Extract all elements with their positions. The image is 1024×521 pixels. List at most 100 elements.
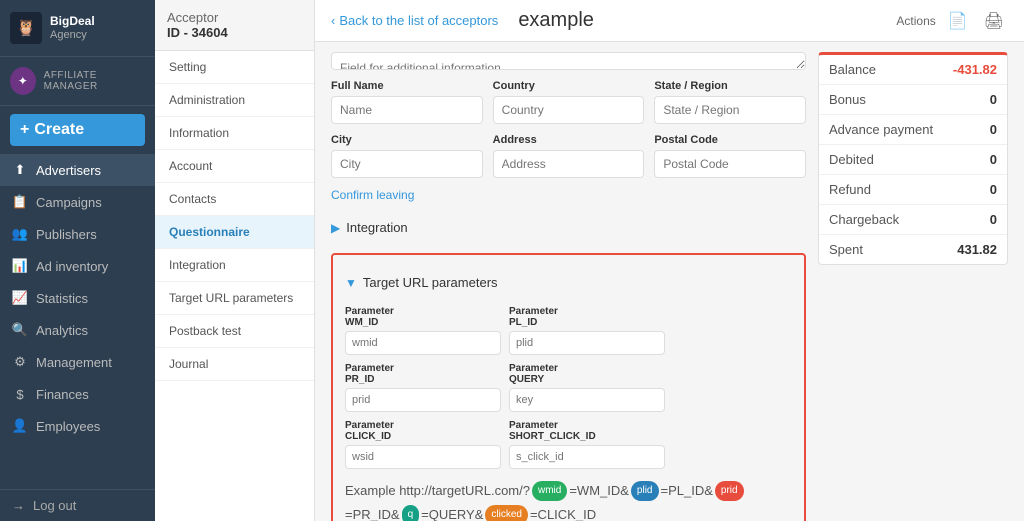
address-label: Address <box>493 134 645 146</box>
target-url-header[interactable]: ▼ Target URL parameters <box>345 267 792 298</box>
plid-pill: plid <box>631 481 659 501</box>
integration-label: Integration <box>346 220 407 235</box>
q-pill: q <box>402 505 420 521</box>
page-title: example <box>518 9 594 32</box>
submenu-item-information[interactable]: Information <box>155 117 314 150</box>
target-url-arrow-icon: ▼ <box>345 276 357 290</box>
submenu-item-integration[interactable]: Integration <box>155 249 314 282</box>
logout-icon: → <box>12 498 25 513</box>
sidebar-item-label: Employees <box>36 419 100 434</box>
param-plid-input[interactable] <box>509 331 665 355</box>
integration-section-header[interactable]: ▶ Integration <box>331 212 806 243</box>
form-row-1: Full Name Country State / Region <box>331 80 806 124</box>
sidebar-item-ad-inventory[interactable]: 📊 Ad inventory <box>0 250 155 282</box>
param-query: Parameter QUERY <box>509 363 665 412</box>
management-icon: ⚙ <box>12 354 28 370</box>
form-group-city: City <box>331 134 483 178</box>
document-icon-button[interactable]: 📄 <box>944 7 972 35</box>
create-button[interactable]: + Create <box>10 114 145 146</box>
back-link[interactable]: ‹ Back to the list of acceptors <box>331 13 498 28</box>
country-label: Country <box>493 80 645 92</box>
sidebar-item-label: Finances <box>36 387 89 402</box>
sidebar-item-finances[interactable]: $ Finances <box>0 378 155 410</box>
param-clickid-input[interactable] <box>345 445 501 469</box>
logo-text: BigDeal Agency <box>50 14 95 42</box>
right-panel: Balance -431.82 Bonus 0 Advance payment … <box>818 52 1008 511</box>
employees-icon: 👤 <box>12 418 28 434</box>
submenu-item-account[interactable]: Account <box>155 150 314 183</box>
state-input[interactable] <box>654 96 806 124</box>
balance-row-spent: Spent 431.82 <box>819 235 1007 264</box>
city-input[interactable] <box>331 150 483 178</box>
submenu-item-questionnaire[interactable]: Questionnaire <box>155 216 314 249</box>
postal-label: Postal Code <box>654 134 806 146</box>
logout-label: Log out <box>33 498 76 513</box>
balance-row-refund: Refund 0 <box>819 175 1007 205</box>
example-line: Example http://targetURL.com/? wmid =WM_… <box>345 479 792 521</box>
submenu-item-journal[interactable]: Journal <box>155 348 314 381</box>
submenu-item-setting[interactable]: Setting <box>155 51 314 84</box>
advertisers-icon: ⬆ <box>12 162 28 178</box>
integration-arrow-icon: ▶ <box>331 221 340 235</box>
sidebar-item-label: Statistics <box>36 291 88 306</box>
postal-input[interactable] <box>654 150 806 178</box>
sidebar-item-advertisers[interactable]: ⬆ Advertisers <box>0 154 155 186</box>
country-input[interactable] <box>493 96 645 124</box>
sidebar-item-analytics[interactable]: 🔍 Analytics <box>0 314 155 346</box>
params-grid: Parameter WM_ID Parameter PL_ID <box>345 306 792 469</box>
submenu-item-target-url[interactable]: Target URL parameters <box>155 282 314 315</box>
balance-row-advance: Advance payment 0 <box>819 115 1007 145</box>
sidebar-item-publishers[interactable]: 👥 Publishers <box>0 218 155 250</box>
balance-row-bonus: Bonus 0 <box>819 85 1007 115</box>
param-clickid: Parameter CLICK_ID <box>345 420 501 469</box>
address-input[interactable] <box>493 150 645 178</box>
form-row-2: City Address Postal Code <box>331 134 806 178</box>
wmid-pill: wmid <box>532 481 567 501</box>
confirm-leaving-link[interactable]: Confirm leaving <box>331 188 806 202</box>
submenu-item-contacts[interactable]: Contacts <box>155 183 314 216</box>
submenu-item-postback-test[interactable]: Postback test <box>155 315 314 348</box>
city-label: City <box>331 134 483 146</box>
topbar: ‹ Back to the list of acceptors example … <box>315 0 1024 42</box>
state-label: State / Region <box>654 80 806 92</box>
sidebar-item-management[interactable]: ⚙ Management <box>0 346 155 378</box>
sidebar-item-employees[interactable]: 👤 Employees <box>0 410 155 442</box>
actions-label: Actions <box>896 14 935 28</box>
sidebar-item-campaigns[interactable]: 📋 Campaigns <box>0 186 155 218</box>
param-wmid-input[interactable] <box>345 331 501 355</box>
balance-row-chargeback: Chargeback 0 <box>819 205 1007 235</box>
campaigns-icon: 📋 <box>12 194 28 210</box>
sidebar-logo: 🦉 BigDeal Agency <box>0 0 155 57</box>
param-prid-input[interactable] <box>345 388 501 412</box>
submenu-item-administration[interactable]: Administration <box>155 84 314 117</box>
sidebar-item-label: Analytics <box>36 323 88 338</box>
statistics-icon: 📈 <box>12 290 28 306</box>
sidebar-item-label: Management <box>36 355 112 370</box>
form-group-address: Address <box>493 134 645 178</box>
analytics-icon: 🔍 <box>12 322 28 338</box>
balance-row-balance: Balance -431.82 <box>819 55 1007 85</box>
sidebar-item-label: Advertisers <box>36 163 101 178</box>
param-query-input[interactable] <box>509 388 665 412</box>
param-short-clickid-input[interactable] <box>509 445 665 469</box>
sidebar: 🦉 BigDeal Agency ✦ AFFILIATE MANAGER + C… <box>0 0 155 521</box>
submenu-header: Acceptor ID - 34604 <box>155 0 314 51</box>
additional-info-textarea[interactable] <box>331 52 806 70</box>
param-short-clickid: Parameter SHORT_CLICK_ID <box>509 420 665 469</box>
sidebar-item-statistics[interactable]: 📈 Statistics <box>0 282 155 314</box>
back-arrow-icon: ‹ <box>331 13 335 28</box>
content-area: Full Name Country State / Region City <box>315 42 1024 521</box>
fullname-label: Full Name <box>331 80 483 92</box>
logo-icon: 🦉 <box>10 12 42 44</box>
param-wmid: Parameter WM_ID <box>345 306 501 355</box>
sidebar-nav: ⬆ Advertisers 📋 Campaigns 👥 Publishers 📊… <box>0 154 155 489</box>
target-url-label: Target URL parameters <box>363 275 498 290</box>
sidebar-item-label: Campaigns <box>36 195 102 210</box>
topbar-right: Actions 📄 🖨 <box>896 7 1008 35</box>
logout-button[interactable]: → Log out <box>0 489 155 521</box>
create-button-label: Create <box>34 121 84 139</box>
print-icon-button[interactable]: 🖨 <box>980 7 1008 35</box>
sidebar-item-label: Publishers <box>36 227 97 242</box>
fullname-input[interactable] <box>331 96 483 124</box>
back-link-label: Back to the list of acceptors <box>339 13 498 28</box>
